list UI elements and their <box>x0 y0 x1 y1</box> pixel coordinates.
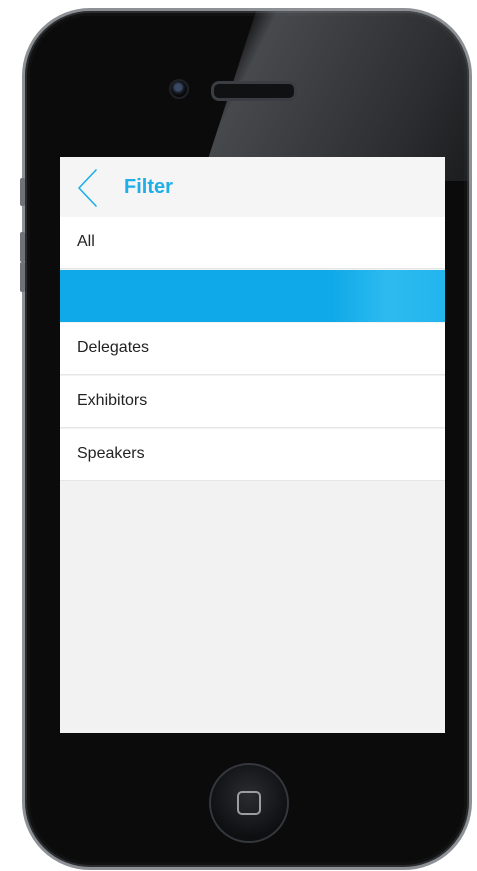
app-screen: Filter All Delegates Exhibitors Speakers <box>60 157 445 733</box>
filter-item-label: Speakers <box>77 445 145 462</box>
filter-item-all[interactable]: All <box>60 217 445 269</box>
filter-item-label: All <box>77 233 95 250</box>
home-button[interactable] <box>209 763 289 843</box>
volume-up-button[interactable] <box>20 232 25 262</box>
filter-item-label: Delegates <box>77 339 150 356</box>
earpiece-speaker <box>211 81 297 101</box>
filter-item-delegates[interactable]: Delegates <box>60 323 445 375</box>
back-button[interactable] <box>74 167 106 209</box>
filter-item-speakers[interactable]: Speakers <box>60 429 445 481</box>
filter-item-exhibitors[interactable]: Exhibitors <box>60 376 445 428</box>
home-button-icon <box>237 791 261 815</box>
front-camera-icon <box>169 79 189 99</box>
mute-switch[interactable] <box>20 178 25 206</box>
filter-item-label: Exhibitors <box>77 392 148 409</box>
navigation-header: Filter <box>60 157 445 217</box>
chevron-left-icon <box>78 169 97 207</box>
filter-item-selected[interactable] <box>60 270 445 322</box>
page-title: Filter <box>124 176 173 198</box>
phone-frame: Filter All Delegates Exhibitors Speakers <box>22 8 472 870</box>
volume-down-button[interactable] <box>20 262 25 292</box>
